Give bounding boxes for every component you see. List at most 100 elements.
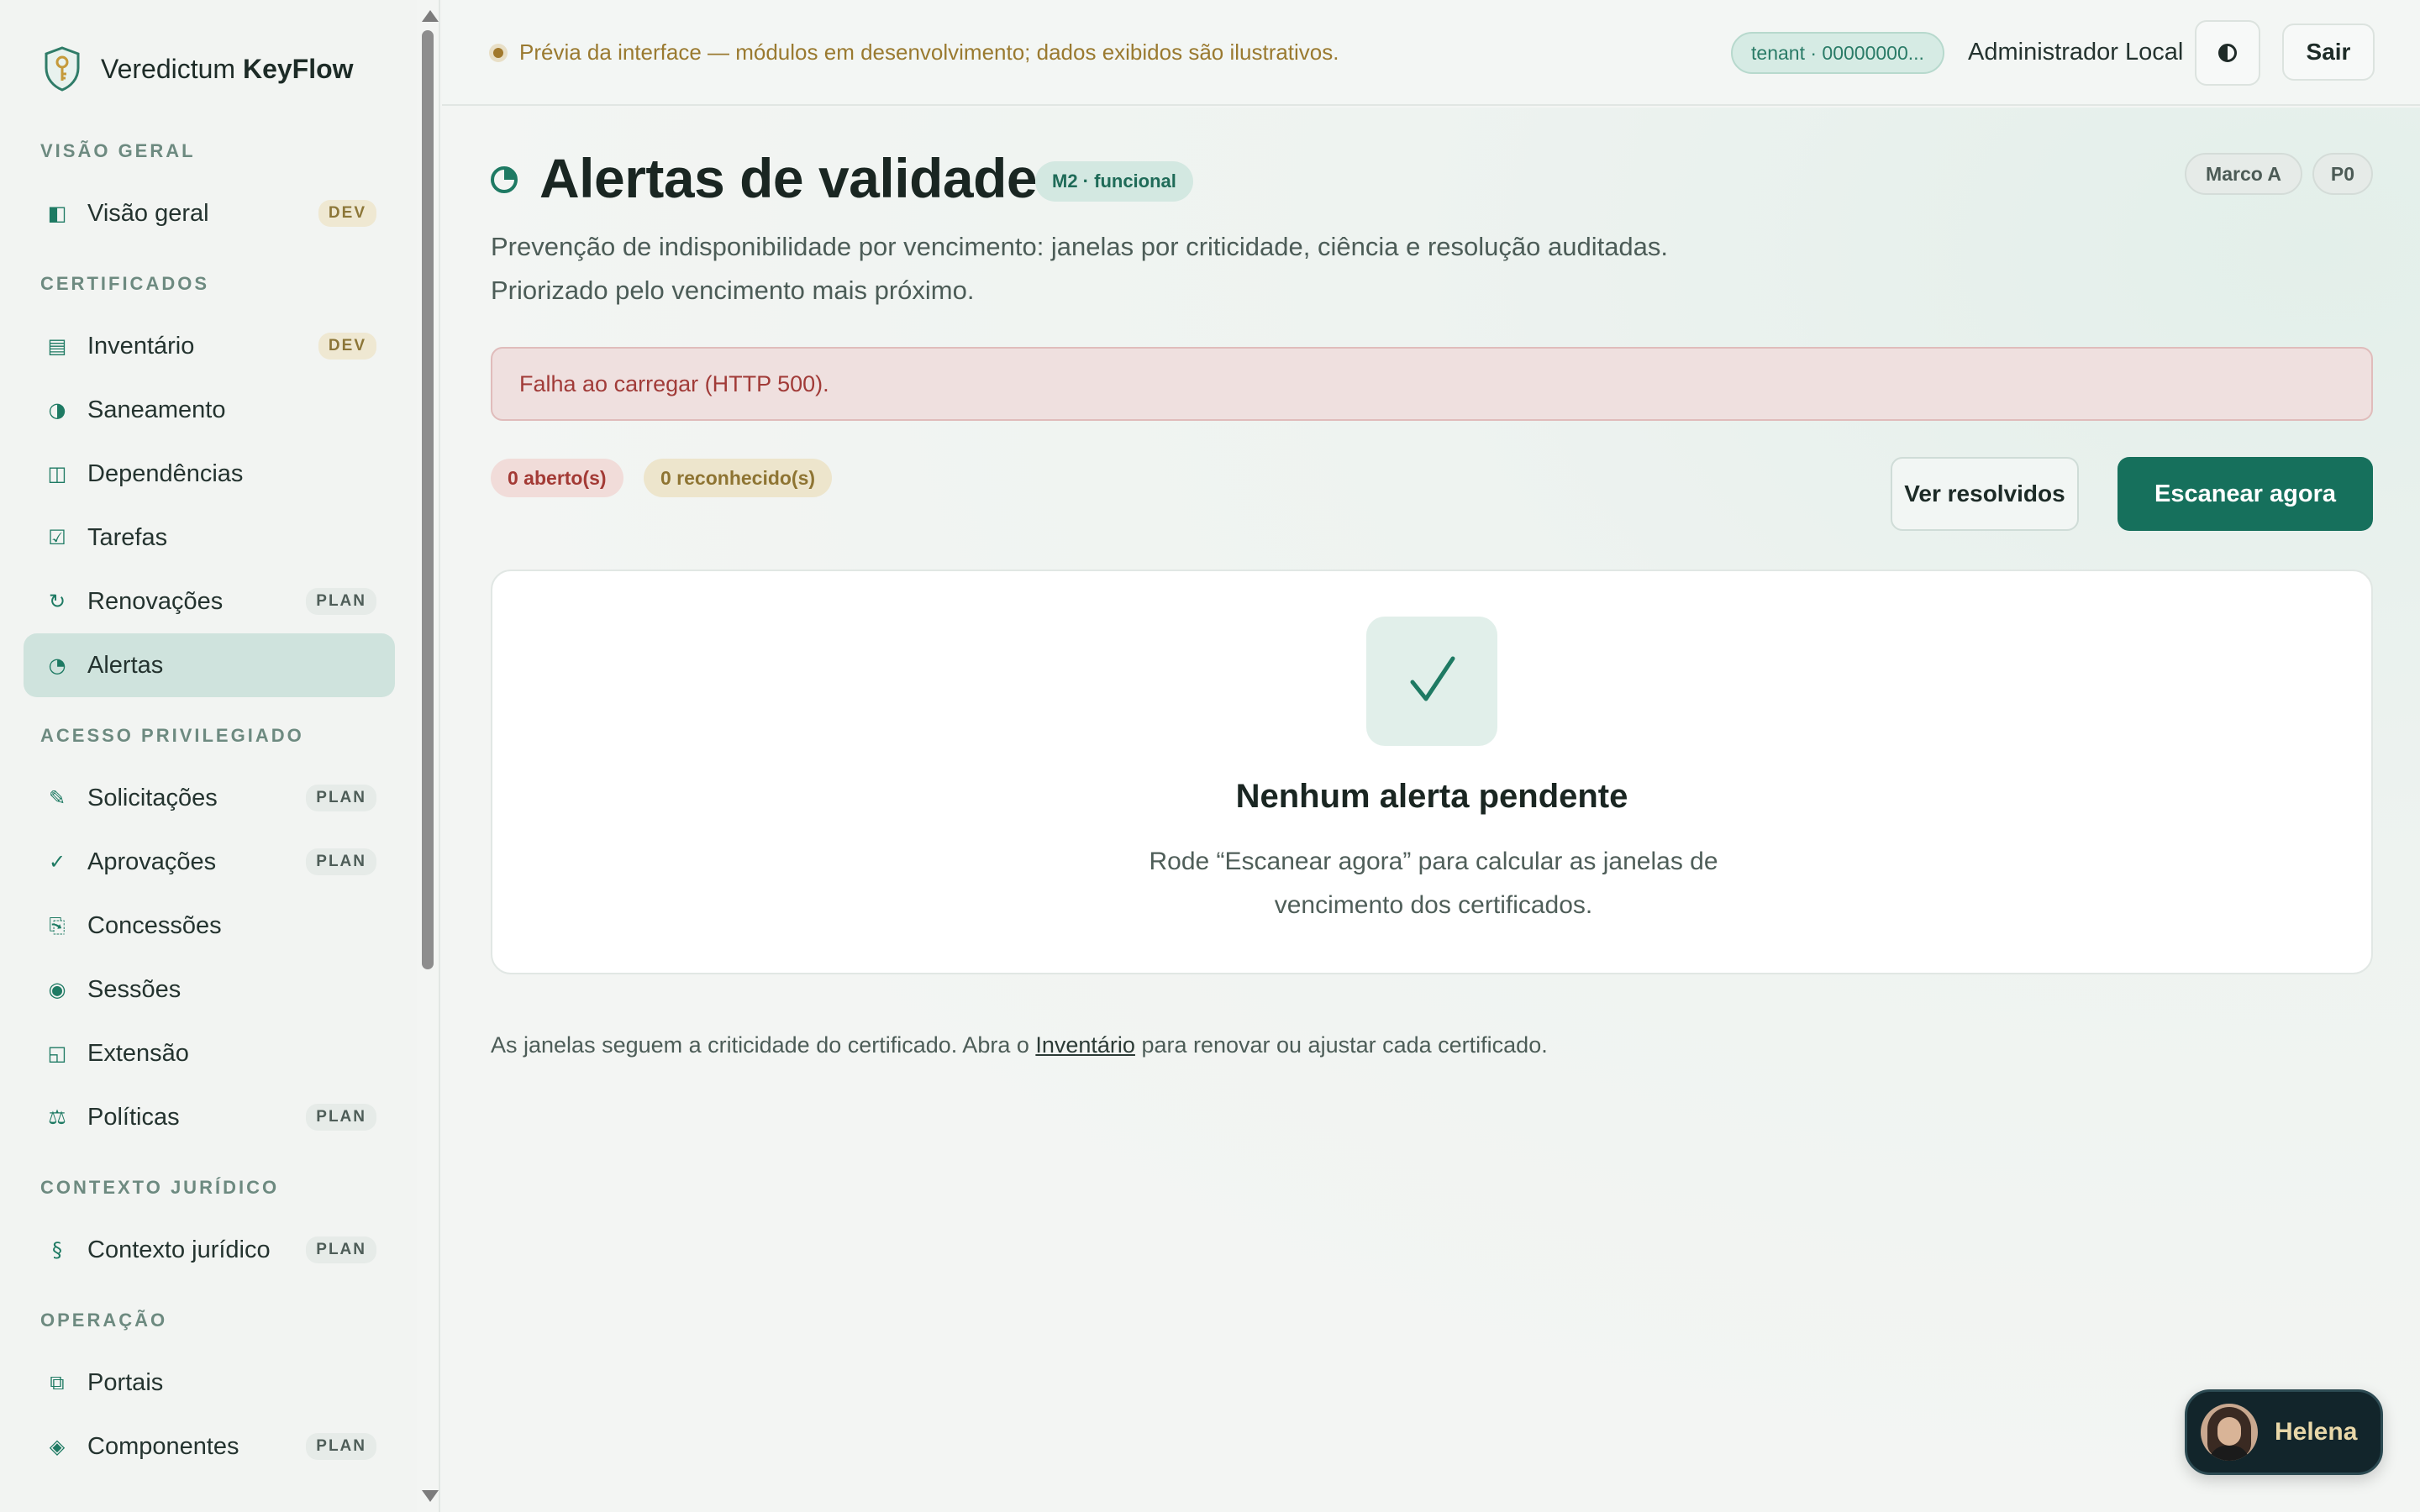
subtitle-line-2: Priorizado pelo vencimento mais próximo.	[491, 276, 975, 305]
user-name: Administrador Local	[1968, 39, 2184, 66]
sidebar-section-title: CONTEXTO JURÍDICO	[40, 1177, 280, 1198]
brand[interactable]: Veredictum KeyFlow	[42, 45, 354, 92]
half-circle-icon: ◑	[48, 398, 66, 422]
inventory-icon: ▤	[47, 334, 67, 358]
milestone-badge: Marco A	[2185, 153, 2302, 195]
footer-note: As janelas seguem a criticidade do certi…	[491, 1032, 1548, 1058]
plan-badge: PLAN	[306, 848, 376, 875]
scales-icon: ⚖	[48, 1105, 66, 1129]
checkmark-icon	[1410, 656, 1455, 701]
preview-notice: Prévia da interface — módulos em desenvo…	[519, 39, 1339, 65]
footer-text-before: As janelas seguem a criticidade do certi…	[491, 1032, 1036, 1058]
sidebar-section-title: ACESSO PRIVILEGIADO	[40, 725, 304, 746]
extension-icon: ◱	[47, 1042, 67, 1065]
scroll-down-arrow-icon[interactable]	[422, 1490, 439, 1502]
empty-state-description: Rode “Escanear agora” para calcular as j…	[1149, 848, 1718, 919]
sidebar-item-componentes[interactable]: ◈ Componentes PLAN	[24, 1415, 395, 1478]
sidebar-item-label: Saneamento	[87, 396, 226, 423]
dev-badge: DEV	[318, 333, 376, 360]
sidebar-item-label: Extensão	[87, 1039, 189, 1067]
inventory-link[interactable]: Inventário	[1035, 1032, 1135, 1058]
diamond-icon: ◈	[49, 1435, 66, 1458]
sidebar-item-label: Portais	[87, 1368, 164, 1396]
plan-badge: PLAN	[306, 1236, 376, 1263]
sidebar-item-visao-geral[interactable]: ◧ Visão geral DEV	[24, 181, 395, 245]
portals-icon: ⧉	[50, 1371, 65, 1394]
contrast-icon	[2218, 44, 2237, 62]
sidebar-item-alertas[interactable]: ◔ Alertas	[24, 633, 395, 697]
sidebar-item-renovacoes[interactable]: ↻ Renovações PLAN	[24, 570, 395, 633]
open-count-badge: 0 aberto(s)	[491, 459, 623, 497]
columns-icon: ◫	[47, 462, 67, 486]
assistant-avatar	[2201, 1404, 2258, 1461]
sidebar-item-label: Sessões	[87, 975, 182, 1003]
main-content: Alertas de validade M2 · funcional Marco…	[442, 108, 2420, 1512]
session-icon: ◉	[48, 978, 66, 1001]
check-tile	[1366, 617, 1497, 746]
logout-button[interactable]: Sair	[2282, 24, 2375, 81]
assistant-name: Helena	[2275, 1418, 2358, 1446]
sidebar-item-solicitacoes[interactable]: ✎ Solicitações PLAN	[24, 766, 395, 830]
sidebar-item-label: Visão geral	[87, 199, 209, 227]
plan-badge: PLAN	[306, 785, 376, 811]
page-subtitle: Prevenção de indisponibilidade por venci…	[491, 225, 1835, 312]
sidebar-item-aprovacoes[interactable]: ✓ Aprovações PLAN	[24, 830, 395, 894]
sidebar-item-contexto-juridico[interactable]: § Contexto jurídico PLAN	[24, 1218, 395, 1282]
footer-text-after: para renovar ou ajustar cada certificado…	[1134, 1032, 1548, 1058]
plan-badge: PLAN	[306, 588, 376, 615]
overview-icon: ◧	[47, 202, 67, 225]
empty-state-title: Nenhum alerta pendente	[1235, 778, 1628, 815]
sidebar: Veredictum KeyFlow VISÃO GERAL ◧ Visão ger…	[0, 0, 440, 1512]
sidebar-item-label: Dependências	[87, 459, 244, 487]
checkbox-icon: ☑	[48, 526, 66, 549]
subtitle-line-1: Prevenção de indisponibilidade por venci…	[491, 232, 1669, 261]
grant-icon: ⎘	[49, 914, 66, 937]
sidebar-item-label: Contexto jurídico	[87, 1236, 271, 1263]
error-alert: Falha ao carregar (HTTP 500).	[491, 347, 2373, 421]
sidebar-item-inventario[interactable]: ▤ Inventário DEV	[24, 314, 395, 378]
check-icon: ✓	[48, 850, 66, 874]
sidebar-item-label: Tarefas	[87, 523, 168, 551]
brand-name: Veredictum KeyFlow	[101, 53, 354, 84]
sidebar-item-concessoes[interactable]: ⎘ Concessões	[24, 894, 395, 958]
sidebar-item-label: Aprovações	[87, 848, 217, 875]
sidebar-item-label: Políticas	[87, 1103, 180, 1131]
refresh-icon: ↻	[48, 590, 66, 613]
sidebar-item-label: Concessões	[87, 911, 222, 939]
sidebar-item-saneamento[interactable]: ◑ Saneamento	[24, 378, 395, 442]
scrollbar-thumb[interactable]	[422, 30, 434, 969]
sidebar-item-portais[interactable]: ⧉ Portais	[24, 1351, 395, 1415]
sidebar-nav: VISÃO GERAL ◧ Visão geral DEV CERTIFICADOS ▤ I…	[24, 134, 395, 1478]
empty-state-card: Nenhum alerta pendente Rode “Escanear ag…	[491, 570, 2373, 974]
sidebar-item-label: Alertas	[87, 651, 164, 679]
plan-badge: PLAN	[306, 1104, 376, 1131]
dev-badge: DEV	[318, 200, 376, 227]
preview-status-dot-icon	[489, 44, 508, 62]
sidebar-section-title: CERTIFICADOS	[40, 273, 209, 294]
assistant-chat-button[interactable]: Helena	[2185, 1389, 2383, 1475]
sidebar-item-dependencias[interactable]: ◫ Dependências	[24, 442, 395, 506]
shield-key-logo-icon	[45, 46, 80, 92]
sidebar-item-tarefas[interactable]: ☑ Tarefas	[24, 506, 395, 570]
section-sign-icon: §	[52, 1238, 62, 1262]
scan-now-button[interactable]: Escanear agora	[2118, 457, 2373, 531]
plan-badge: PLAN	[306, 1433, 376, 1460]
sidebar-item-label: Solicitações	[87, 784, 218, 811]
page-title: Alertas de validade	[539, 147, 1038, 209]
scroll-up-arrow-icon[interactable]	[422, 10, 439, 22]
pie-icon	[491, 166, 518, 193]
sidebar-item-label: Inventário	[87, 332, 195, 360]
sidebar-scrollbar[interactable]	[417, 0, 439, 1512]
priority-badge: P0	[2312, 153, 2373, 195]
top-bar: Prévia da interface — módulos em desenvo…	[442, 0, 2420, 106]
sidebar-item-extensao[interactable]: ◱ Extensão	[24, 1021, 395, 1085]
pie-icon: ◔	[48, 654, 66, 677]
tenant-pill[interactable]: tenant · 00000000...	[1731, 32, 1944, 74]
sidebar-item-sessoes[interactable]: ◉ Sessões	[24, 958, 395, 1021]
theme-toggle-button[interactable]	[2195, 20, 2260, 86]
sidebar-item-label: Renovações	[87, 587, 224, 615]
view-resolved-button[interactable]: Ver resolvidos	[1891, 457, 2079, 531]
acknowledged-count-badge: 0 reconhecido(s)	[644, 459, 833, 497]
sidebar-section-title: OPERAÇÃO	[40, 1310, 168, 1331]
sidebar-item-politicas[interactable]: ⚖ Políticas PLAN	[24, 1085, 395, 1149]
